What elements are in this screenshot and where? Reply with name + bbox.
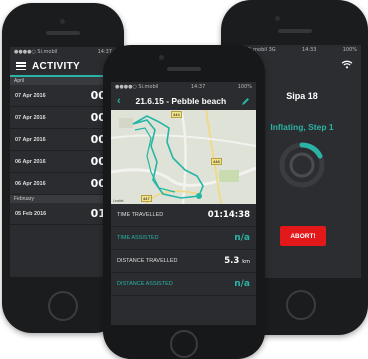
status-carrier: ●●●●○ Si.mobil bbox=[115, 84, 159, 90]
activity-screen: ●●●●○ Si.mobil 14:37 ACTIVITY April 07 A… bbox=[10, 47, 116, 277]
activity-date: 07 Apr 2016 bbox=[15, 136, 46, 143]
activity-row[interactable]: 06 Apr 201600:0 bbox=[10, 151, 116, 173]
back-chevron-icon[interactable]: ‹ bbox=[117, 95, 121, 107]
nav-bar: ‹ 21.6.15 - Pebble beach bbox=[111, 92, 256, 110]
progress-spinner-icon bbox=[279, 142, 325, 188]
ride-title: 21.6.15 - Pebble beach bbox=[135, 96, 227, 106]
abort-button[interactable]: ABORT! bbox=[280, 226, 326, 246]
activity-date: 06 Apr 2016 bbox=[15, 180, 46, 187]
ride-detail-screen: ●●●●○ Si.mobil 14:37 100% ‹ 21.6.15 - Pe… bbox=[111, 82, 256, 325]
month-header: April bbox=[10, 77, 116, 85]
road-label: 447 bbox=[141, 195, 152, 202]
activity-row[interactable]: 06 Apr 201600:0 bbox=[10, 173, 116, 195]
status-time: 14:37 bbox=[190, 84, 206, 90]
phone-speaker bbox=[167, 67, 201, 71]
status-bar: ●●●●○ Si.mobil 14:37 100% bbox=[111, 82, 256, 92]
route-map[interactable]: 444 447 448 Leaflet bbox=[111, 110, 256, 204]
road-label: 444 bbox=[171, 111, 182, 118]
activity-row[interactable]: 05 Feb 201601:1 bbox=[10, 203, 116, 225]
home-button[interactable] bbox=[170, 330, 198, 358]
stat-value-wrap: 5.3 km bbox=[224, 256, 250, 266]
stat-row: TIME TRAVELLED 01:14:38 bbox=[111, 204, 256, 227]
stat-label: DISTANCE TRAVELLED bbox=[117, 258, 178, 264]
road-label: 448 bbox=[211, 158, 222, 165]
front-camera bbox=[159, 55, 164, 60]
stat-label: DISTANCE ASSISTED bbox=[117, 281, 173, 287]
activity-row[interactable]: 07 Apr 201600:0 bbox=[10, 107, 116, 129]
wifi-icon bbox=[341, 60, 353, 69]
activity-header: ACTIVITY bbox=[10, 57, 116, 77]
page-title: ACTIVITY bbox=[32, 60, 80, 72]
stat-label: TIME ASSISTED bbox=[117, 235, 159, 241]
stat-row: DISTANCE TRAVELLED 5.3 km bbox=[111, 250, 256, 273]
center-phone: ●●●●○ Si.mobil 14:37 100% ‹ 21.6.15 - Pe… bbox=[103, 45, 265, 359]
activity-date: 05 Feb 2016 bbox=[15, 210, 47, 217]
activity-date: 07 Apr 2016 bbox=[15, 92, 46, 99]
status-bar: Si.mobil 3G 14:33 100% bbox=[243, 45, 361, 55]
menu-icon[interactable] bbox=[16, 62, 26, 70]
month-header: February bbox=[10, 195, 116, 203]
stat-row: TIME ASSISTED n/a bbox=[111, 227, 256, 250]
map-credit: Leaflet bbox=[113, 199, 124, 203]
stat-value: 5.3 bbox=[224, 256, 240, 266]
edit-pencil-icon[interactable] bbox=[241, 97, 250, 106]
stat-label: TIME TRAVELLED bbox=[117, 212, 164, 218]
stat-row: DISTANCE ASSISTED n/a bbox=[111, 273, 256, 296]
status-battery: 100% bbox=[237, 84, 252, 90]
activity-date: 06 Apr 2016 bbox=[15, 158, 46, 165]
activity-row[interactable]: 07 Apr 201600:0 bbox=[10, 85, 116, 107]
status-carrier: ●●●●○ Si.mobil bbox=[14, 49, 58, 55]
stat-value: n/a bbox=[234, 279, 250, 289]
home-button[interactable] bbox=[48, 291, 78, 321]
status-battery: 100% bbox=[342, 47, 357, 53]
phone-speaker bbox=[46, 31, 80, 35]
phone-speaker bbox=[277, 29, 312, 33]
map-canvas bbox=[111, 110, 256, 204]
front-camera bbox=[60, 19, 65, 24]
activity-date: 07 Apr 2016 bbox=[15, 114, 46, 121]
status-bar: ●●●●○ Si.mobil 14:37 bbox=[10, 47, 116, 57]
activity-row[interactable]: 07 Apr 201600:0 bbox=[10, 129, 116, 151]
stat-value: n/a bbox=[234, 233, 250, 243]
status-time: 14:33 bbox=[301, 47, 317, 53]
home-button[interactable] bbox=[286, 290, 316, 320]
front-camera bbox=[275, 16, 280, 21]
stat-value: 01:14:38 bbox=[207, 210, 250, 220]
stat-unit: km bbox=[242, 259, 250, 265]
